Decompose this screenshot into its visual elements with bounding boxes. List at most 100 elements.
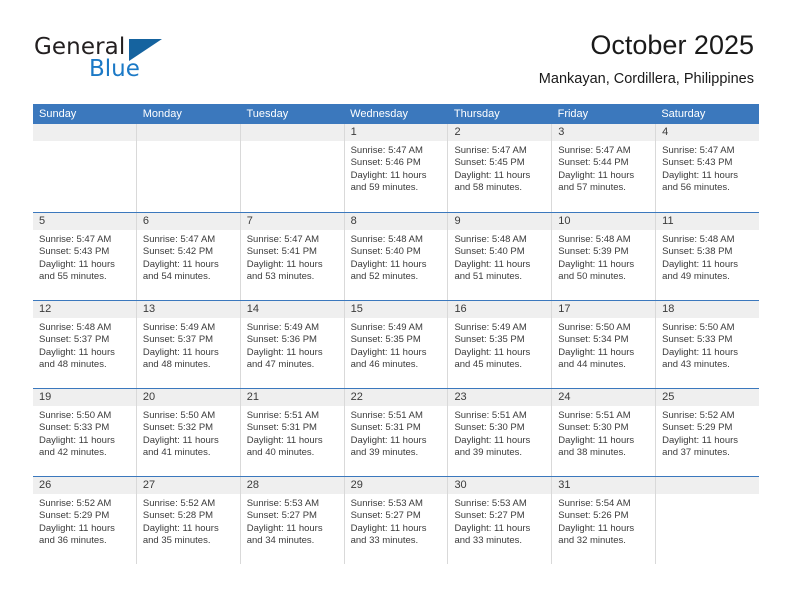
- day-details: Sunrise: 5:47 AM Sunset: 5:45 PM Daylight:…: [448, 141, 551, 195]
- sunset-text: Sunset: 5:35 PM: [454, 334, 525, 346]
- sunrise-text: Sunrise: 5:48 AM: [39, 322, 112, 333]
- daylight-text: Daylight: 11 hours and 38 minutes.: [558, 434, 635, 459]
- calendar-day-cell[interactable]: 19 Sunrise: 5:50 AM Sunset: 5:33 PM Dayligh…: [33, 389, 137, 476]
- calendar-day-cell[interactable]: 31 Sunrise: 5:54 AM Sunset: 5:26 PM Dayligh…: [552, 477, 657, 564]
- day-details: Sunrise: 5:51 AM Sunset: 5:30 PM Daylight:…: [552, 406, 655, 460]
- calendar-day-cell[interactable]: 5 Sunrise: 5:47 AM Sunset: 5:43 PM Daylight…: [33, 213, 137, 300]
- weekday-header-saturday: Saturday: [661, 108, 706, 120]
- weekday-header-monday: Monday: [142, 108, 182, 120]
- page-title: October 2025: [590, 30, 754, 60]
- sunrise-text: Sunrise: 5:47 AM: [454, 145, 527, 156]
- day-details: Sunrise: 5:47 AM Sunset: 5:41 PM Daylight:…: [241, 230, 344, 284]
- sunset-text: Sunset: 5:37 PM: [142, 334, 214, 346]
- daylight-text: Daylight: 11 hours and 53 minutes.: [246, 258, 323, 283]
- day-details: Sunrise: 5:54 AM Sunset: 5:26 PM Daylight:…: [552, 494, 655, 548]
- calendar-day-cell[interactable]: 17 Sunrise: 5:50 AM Sunset: 5:34 PM Dayligh…: [552, 301, 657, 388]
- daylight-text: Daylight: 11 hours and 48 minutes.: [142, 346, 219, 371]
- calendar-day-cell[interactable]: 2 Sunrise: 5:47 AM Sunset: 5:45 PM Daylight…: [448, 124, 553, 212]
- calendar-day-cell[interactable]: 20 Sunrise: 5:50 AM Sunset: 5:32 PM Dayligh…: [136, 389, 241, 476]
- day-details: Sunrise: 5:49 AM Sunset: 5:36 PM Daylight:…: [241, 318, 344, 372]
- day-details: Sunrise: 5:53 AM Sunset: 5:27 PM Daylight:…: [345, 494, 448, 548]
- sunrise-text: Sunrise: 5:47 AM: [350, 145, 423, 156]
- calendar-day-cell[interactable]: 12 Sunrise: 5:48 AM Sunset: 5:37 PM Dayligh…: [33, 301, 137, 388]
- sunrise-text: Sunrise: 5:51 AM: [246, 410, 320, 421]
- calendar-day-cell[interactable]: 1 Sunrise: 5:47 AM Sunset: 5:46 PM Daylight…: [344, 124, 449, 212]
- calendar-day-cell[interactable]: 11 Sunrise: 5:48 AM Sunset: 5:38 PM Dayligh…: [656, 213, 760, 300]
- calendar-day-cell[interactable]: 15 Sunrise: 5:49 AM Sunset: 5:35 PM Dayligh…: [344, 301, 449, 388]
- sunset-text: Sunset: 5:32 PM: [142, 422, 214, 434]
- day-details: Sunrise: 5:50 AM Sunset: 5:33 PM Daylight:…: [656, 318, 759, 372]
- day-details: Sunrise: 5:50 AM Sunset: 5:34 PM Daylight:…: [552, 318, 655, 372]
- day-details: Sunrise: 5:50 AM Sunset: 5:33 PM Daylight:…: [33, 406, 136, 460]
- calendar-week-row: 5 Sunrise: 5:47 AM Sunset: 5:43 PM Daylight…: [33, 212, 760, 300]
- calendar-day-cell[interactable]: 29 Sunrise: 5:53 AM Sunset: 5:27 PM Dayligh…: [344, 477, 449, 564]
- calendar-day-cell[interactable]: 24 Sunrise: 5:51 AM Sunset: 5:30 PM Dayligh…: [552, 389, 657, 476]
- day-number: 27: [136, 477, 240, 494]
- day-details: Sunrise: 5:48 AM Sunset: 5:40 PM Daylight:…: [345, 230, 448, 284]
- daylight-text: Daylight: 11 hours and 44 minutes.: [558, 346, 635, 371]
- calendar-day-cell[interactable]: 6 Sunrise: 5:47 AM Sunset: 5:42 PM Daylight…: [136, 213, 241, 300]
- calendar-day-cell-empty: [240, 124, 345, 212]
- daylight-text: Daylight: 11 hours and 47 minutes.: [246, 346, 323, 371]
- day-number: 2: [448, 124, 552, 141]
- sunset-text: Sunset: 5:41 PM: [246, 246, 317, 258]
- calendar-day-cell[interactable]: 22 Sunrise: 5:51 AM Sunset: 5:31 PM Dayligh…: [344, 389, 449, 476]
- sunrise-text: Sunrise: 5:49 AM: [246, 322, 320, 333]
- calendar-week-row: 19 Sunrise: 5:50 AM Sunset: 5:33 PM Dayligh…: [33, 388, 760, 476]
- day-number: [136, 124, 240, 141]
- calendar-day-cell[interactable]: 4 Sunrise: 5:47 AM Sunset: 5:43 PM Daylight…: [656, 124, 760, 212]
- sunrise-text: Sunrise: 5:48 AM: [350, 234, 423, 245]
- day-number: 6: [136, 213, 240, 230]
- sunset-text: Sunset: 5:27 PM: [454, 510, 525, 522]
- day-number: 15: [344, 301, 448, 318]
- sunrise-text: Sunrise: 5:52 AM: [39, 498, 112, 509]
- sunrise-text: Sunrise: 5:47 AM: [246, 234, 320, 245]
- weekday-header-tuesday: Tuesday: [246, 108, 289, 120]
- sunset-text: Sunset: 5:34 PM: [558, 334, 629, 346]
- calendar-day-cell[interactable]: 10 Sunrise: 5:48 AM Sunset: 5:39 PM Dayligh…: [552, 213, 657, 300]
- calendar-day-cell[interactable]: 8 Sunrise: 5:48 AM Sunset: 5:40 PM Daylight…: [344, 213, 449, 300]
- sunset-text: Sunset: 5:31 PM: [246, 422, 317, 434]
- sunrise-text: Sunrise: 5:48 AM: [558, 234, 631, 245]
- day-number: 19: [33, 389, 136, 406]
- daylight-text: Daylight: 11 hours and 37 minutes.: [662, 434, 739, 459]
- calendar-day-cell[interactable]: 3 Sunrise: 5:47 AM Sunset: 5:44 PM Daylight…: [552, 124, 657, 212]
- calendar-day-cell[interactable]: 7 Sunrise: 5:47 AM Sunset: 5:41 PM Daylight…: [240, 213, 345, 300]
- sunrise-text: Sunrise: 5:51 AM: [350, 410, 423, 421]
- calendar-day-cell[interactable]: 21 Sunrise: 5:51 AM Sunset: 5:31 PM Dayligh…: [240, 389, 345, 476]
- sunset-text: Sunset: 5:42 PM: [142, 246, 214, 258]
- calendar-week-row: 26 Sunrise: 5:52 AM Sunset: 5:29 PM Dayligh…: [33, 476, 760, 564]
- calendar-day-cell[interactable]: 25 Sunrise: 5:52 AM Sunset: 5:29 PM Dayligh…: [656, 389, 760, 476]
- sunset-text: Sunset: 5:43 PM: [39, 246, 110, 258]
- sunrise-text: Sunrise: 5:50 AM: [142, 410, 216, 421]
- calendar-day-cell[interactable]: 14 Sunrise: 5:49 AM Sunset: 5:36 PM Dayligh…: [240, 301, 345, 388]
- sunrise-text: Sunrise: 5:50 AM: [558, 322, 631, 333]
- calendar-day-cell[interactable]: 9 Sunrise: 5:48 AM Sunset: 5:40 PM Daylight…: [448, 213, 553, 300]
- sunset-text: Sunset: 5:27 PM: [350, 510, 421, 522]
- sunrise-text: Sunrise: 5:53 AM: [454, 498, 527, 509]
- day-number: 1: [344, 124, 448, 141]
- day-number: [240, 124, 344, 141]
- calendar-day-cell[interactable]: 27 Sunrise: 5:52 AM Sunset: 5:28 PM Dayligh…: [136, 477, 241, 564]
- calendar-day-cell[interactable]: 16 Sunrise: 5:49 AM Sunset: 5:35 PM Dayligh…: [448, 301, 553, 388]
- sunrise-text: Sunrise: 5:48 AM: [454, 234, 527, 245]
- sunrise-text: Sunrise: 5:53 AM: [350, 498, 423, 509]
- calendar-day-cell[interactable]: 13 Sunrise: 5:49 AM Sunset: 5:37 PM Dayligh…: [136, 301, 241, 388]
- calendar-day-cell[interactable]: 28 Sunrise: 5:53 AM Sunset: 5:27 PM Dayligh…: [240, 477, 345, 564]
- weekday-header-row: Sunday Monday Tuesday Wednesday Thursday Frid…: [33, 104, 759, 124]
- daylight-text: Daylight: 11 hours and 40 minutes.: [246, 434, 323, 459]
- day-details: Sunrise: 5:48 AM Sunset: 5:39 PM Daylight:…: [552, 230, 655, 284]
- sunrise-text: Sunrise: 5:50 AM: [39, 410, 112, 421]
- weekday-header-friday: Friday: [557, 108, 589, 120]
- calendar-day-cell[interactable]: 18 Sunrise: 5:50 AM Sunset: 5:33 PM Dayligh…: [656, 301, 760, 388]
- sunset-text: Sunset: 5:40 PM: [454, 246, 525, 258]
- sunrise-text: Sunrise: 5:52 AM: [662, 410, 735, 421]
- day-number: 13: [136, 301, 240, 318]
- calendar-day-cell[interactable]: 30 Sunrise: 5:53 AM Sunset: 5:27 PM Dayligh…: [448, 477, 553, 564]
- day-number: 9: [448, 213, 552, 230]
- day-details: Sunrise: 5:48 AM Sunset: 5:38 PM Daylight:…: [656, 230, 759, 284]
- day-details: Sunrise: 5:47 AM Sunset: 5:42 PM Daylight:…: [137, 230, 240, 284]
- calendar-day-cell[interactable]: 26 Sunrise: 5:52 AM Sunset: 5:29 PM Dayligh…: [33, 477, 137, 564]
- daylight-text: Daylight: 11 hours and 42 minutes.: [39, 434, 115, 459]
- calendar-day-cell[interactable]: 23 Sunrise: 5:51 AM Sunset: 5:30 PM Dayligh…: [448, 389, 553, 476]
